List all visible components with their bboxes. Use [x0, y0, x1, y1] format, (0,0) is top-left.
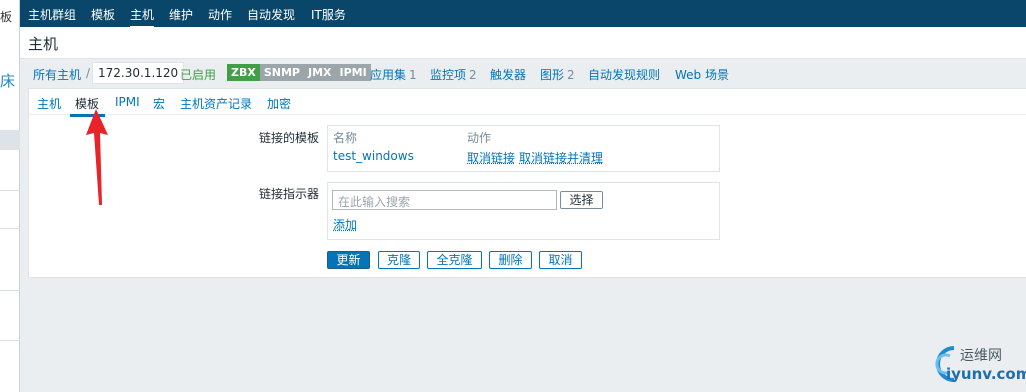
divider [0, 228, 20, 229]
link-new-templates-label: 链接指示器 [259, 187, 320, 201]
nav-item-templates[interactable]: 模板 [91, 6, 115, 23]
breadcrumb-all-hosts[interactable]: 所有主机 [33, 66, 81, 83]
applications-count: 1 [409, 68, 417, 82]
clone-button[interactable]: 克隆 [378, 251, 420, 269]
badge-snmp: SNMP [259, 64, 304, 81]
items-link[interactable]: 监控项 2 [430, 66, 477, 83]
host-status[interactable]: 已启用 [180, 66, 216, 83]
tab-inventory[interactable]: 主机资产记录 [180, 95, 252, 112]
web-scenarios-link[interactable]: Web 场景 [675, 66, 729, 83]
add-link[interactable]: 添加 [333, 216, 357, 233]
linked-templates-label: 链接的模板 [259, 131, 320, 145]
arrow-icon [86, 109, 108, 205]
top-nav: 主机群组 模板 主机 维护 动作 自动发现 IT服务 [20, 0, 1026, 28]
update-button[interactable]: 更新 [327, 251, 370, 269]
discovery-rules-link[interactable]: 自动发现规则 [588, 66, 660, 83]
template-search-input[interactable]: 在此输入搜索 [332, 190, 557, 210]
divider [0, 290, 20, 291]
tab-host[interactable]: 主机 [37, 95, 61, 112]
divider [0, 340, 20, 341]
page-title: 主机 [28, 35, 59, 53]
host-form-panel: 主机 模板 IPMI 宏 主机资产记录 加密 链接的模板 名称 动作 test_… [28, 88, 1026, 278]
adjacent-window-band [0, 130, 20, 150]
badge-zbx: ZBX [227, 64, 260, 81]
full-clone-button[interactable]: 全克隆 [427, 251, 482, 269]
watermark-text-cn: 运维网 [960, 348, 1002, 364]
nav-item-host-groups[interactable]: 主机群组 [28, 6, 76, 23]
adjacent-window-text: 床 [0, 72, 16, 90]
applications-link[interactable]: 应用集 1 [370, 66, 417, 83]
nav-item-maintenance[interactable]: 维护 [169, 6, 193, 23]
watermark-text-en: iyunv.com [946, 365, 1026, 383]
annotation-arrow [86, 109, 108, 205]
linked-templates-table: 名称 动作 test_windows 取消链接 取消链接并清理 [327, 125, 720, 172]
linked-template-name[interactable]: test_windows [333, 149, 414, 163]
column-header-action: 动作 [467, 131, 492, 145]
unlink-and-clear-button[interactable]: 取消链接并清理 [519, 149, 603, 166]
badge-jmx: JMX [303, 64, 336, 81]
nav-item-discovery[interactable]: 自动发现 [247, 6, 295, 23]
watermark: 运维网 iyunv.com [922, 340, 1026, 392]
badge-ipmi: IPMI [335, 64, 371, 81]
column-header-name: 名称 [333, 131, 358, 145]
tab-macros[interactable]: 宏 [153, 95, 165, 112]
nav-item-actions[interactable]: 动作 [208, 6, 232, 23]
nav-item-hosts[interactable]: 主机 [130, 6, 155, 28]
items-label[interactable]: 监控项 [430, 68, 466, 82]
delete-button[interactable]: 删除 [489, 251, 532, 269]
form-tabs: 主机 模板 IPMI 宏 主机资产记录 加密 [29, 89, 1026, 117]
page-header: 主机 [20, 27, 1026, 59]
graphs-link[interactable]: 图形 2 [540, 66, 575, 83]
cancel-button[interactable]: 取消 [539, 251, 582, 269]
adjacent-window-strip: 板 床 [0, 0, 20, 392]
tab-encryption[interactable]: 加密 [267, 95, 291, 112]
link-new-templates-box: 在此输入搜索 选择 添加 [327, 182, 720, 240]
divider [0, 190, 20, 191]
graphs-label[interactable]: 图形 [540, 68, 564, 82]
adjacent-window-text: 板 [0, 10, 13, 24]
select-button[interactable]: 选择 [560, 191, 603, 209]
breadcrumb-separator: / [86, 66, 91, 80]
items-count: 2 [469, 68, 477, 82]
triggers-link[interactable]: 触发器 [490, 66, 526, 83]
host-breadcrumb-bar: 所有主机 / 172.30.1.120 已启用 ZBX SNMP JMX IPM… [28, 60, 1026, 86]
applications-label[interactable]: 应用集 [370, 68, 406, 82]
breadcrumb-host-name[interactable]: 172.30.1.120 [92, 62, 185, 84]
availability-badges: ZBX SNMP JMX IPMI [227, 64, 371, 81]
unlink-button[interactable]: 取消链接 [467, 149, 515, 166]
nav-item-it-services[interactable]: IT服务 [311, 6, 346, 23]
graphs-count: 2 [567, 68, 575, 82]
